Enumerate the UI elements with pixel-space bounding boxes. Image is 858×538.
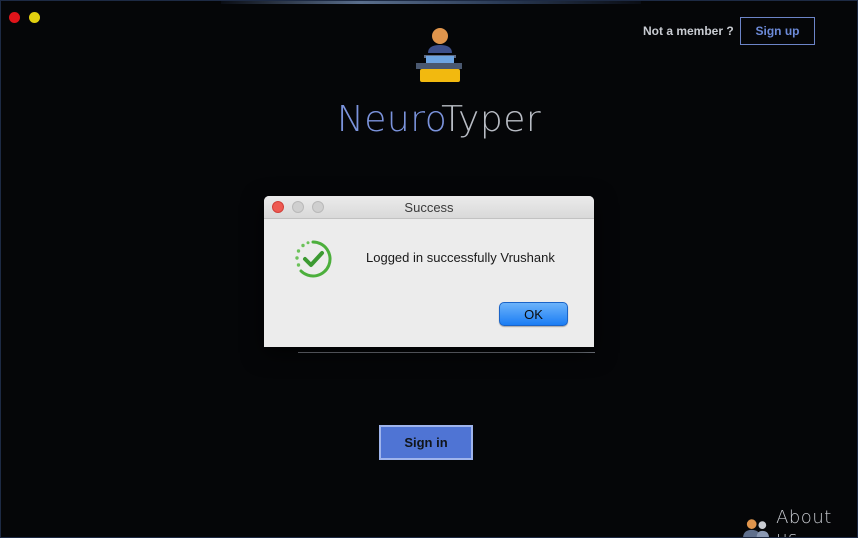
app-title-part1: Neuro bbox=[336, 99, 442, 140]
people-icon bbox=[743, 519, 770, 537]
dialog-titlebar: Success bbox=[264, 196, 594, 219]
success-dialog: Success Logged in successfully Vrushank … bbox=[264, 196, 594, 347]
dialog-message: Logged in successfully Vrushank bbox=[366, 250, 555, 265]
app-title: NeuroTyper bbox=[1, 99, 857, 140]
about-us-link[interactable]: About us bbox=[743, 507, 857, 537]
not-member-text: Not a member ? bbox=[643, 24, 734, 38]
about-us-label: About us bbox=[776, 507, 832, 537]
success-check-icon bbox=[292, 238, 334, 280]
signin-button[interactable]: Sign in bbox=[379, 425, 473, 460]
window-top-glow bbox=[221, 1, 641, 4]
password-field-underline[interactable] bbox=[298, 352, 595, 353]
ok-button[interactable]: OK bbox=[499, 302, 568, 326]
typist-logo-icon bbox=[415, 27, 463, 83]
dialog-title: Success bbox=[404, 200, 454, 215]
signup-button[interactable]: Sign up bbox=[740, 17, 815, 45]
app-title-part2: Typer bbox=[441, 99, 542, 140]
minimize-window-button[interactable] bbox=[29, 12, 40, 23]
close-window-button[interactable] bbox=[9, 12, 20, 23]
